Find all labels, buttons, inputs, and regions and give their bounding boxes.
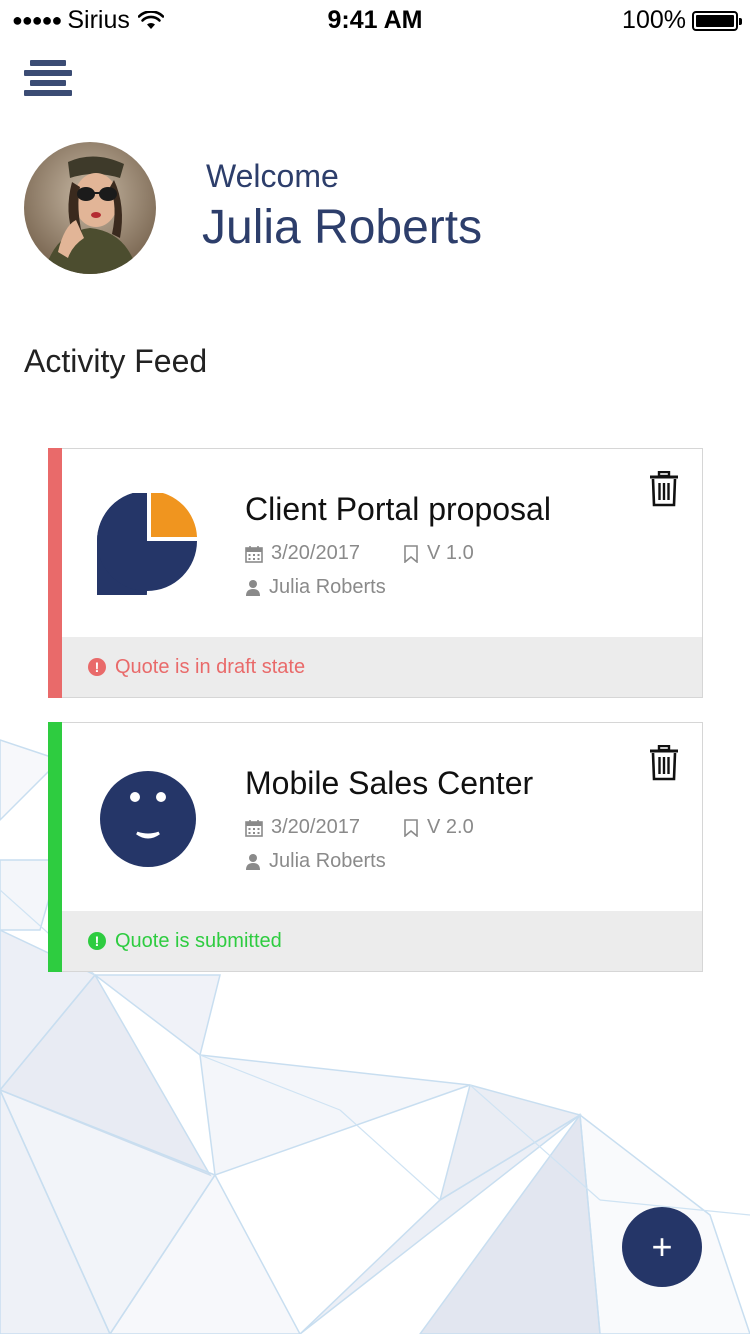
user-name: Julia Roberts — [202, 201, 483, 254]
card-owner-text: Julia Roberts — [269, 576, 386, 598]
card-version-text: V 1.0 — [427, 542, 474, 564]
battery-percent: 100% — [622, 6, 686, 34]
bookmark-icon — [403, 544, 419, 563]
plus-icon: + — [651, 1226, 673, 1267]
welcome-text: Welcome — [206, 158, 339, 194]
hamburger-menu-icon[interactable] — [24, 58, 72, 100]
status-footer: ! Quote is in draft state — [62, 637, 702, 697]
status-accent-bar — [48, 722, 62, 972]
card-date-text: 3/20/2017 — [271, 542, 360, 564]
trash-icon[interactable] — [648, 470, 680, 507]
calendar-icon — [245, 819, 263, 837]
user-icon — [245, 853, 261, 871]
card-date: 3/20/2017 — [245, 816, 360, 839]
smiley-face-icon — [97, 767, 199, 869]
status-accent-bar — [48, 448, 62, 698]
trash-icon[interactable] — [648, 744, 680, 781]
activity-card[interactable]: Mobile Sales Center 3/20/2017 V 2.0 Juli… — [48, 722, 703, 972]
card-version: V 2.0 — [403, 816, 474, 839]
alert-icon: ! — [88, 932, 106, 950]
status-right: 100% — [622, 6, 742, 35]
status-text: Quote is submitted — [115, 929, 282, 952]
card-title: Mobile Sales Center — [245, 765, 534, 801]
section-title: Activity Feed — [24, 343, 208, 379]
add-button[interactable]: + — [622, 1207, 702, 1287]
card-title: Client Portal proposal — [245, 491, 551, 527]
card-date-text: 3/20/2017 — [271, 816, 360, 838]
pie-chart-icon — [47, 491, 199, 641]
alert-icon: ! — [88, 658, 106, 676]
battery-icon — [692, 10, 742, 31]
card-date: 3/20/2017 — [245, 542, 360, 565]
status-text: Quote is in draft state — [115, 655, 306, 678]
card-owner: Julia Roberts — [245, 850, 386, 873]
bookmark-icon — [403, 818, 419, 837]
calendar-icon — [245, 545, 263, 563]
user-icon — [245, 579, 261, 597]
card-owner-text: Julia Roberts — [269, 850, 386, 872]
status-bar: ●●●●● Sirius 9:41 AM 100% — [0, 0, 750, 40]
card-version: V 1.0 — [403, 542, 474, 565]
card-owner: Julia Roberts — [245, 576, 386, 599]
avatar[interactable] — [24, 142, 156, 274]
card-version-text: V 2.0 — [427, 816, 474, 838]
status-footer: ! Quote is submitted — [62, 911, 702, 971]
activity-card[interactable]: Client Portal proposal 3/20/2017 V 1.0 J… — [47, 448, 703, 698]
